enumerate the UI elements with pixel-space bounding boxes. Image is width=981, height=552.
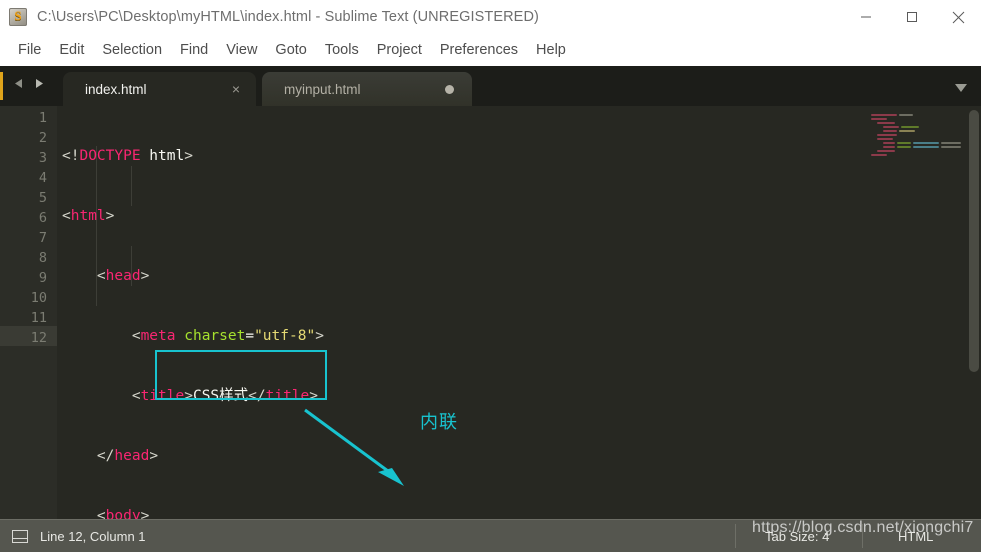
line-number: 2: [38, 130, 47, 146]
tab-size-indicator[interactable]: Tab Size: 4: [765, 529, 829, 544]
line-number: 10: [30, 290, 47, 306]
status-divider: [735, 524, 736, 548]
minimize-icon[interactable]: [843, 0, 889, 34]
line-number: 5: [38, 190, 47, 206]
close-icon[interactable]: ×: [232, 82, 240, 96]
tab-accent-strip: [0, 72, 3, 100]
annotation-label: 内联: [420, 412, 458, 433]
arrow-left-icon[interactable]: [12, 77, 25, 95]
cursor-position: Line 12, Column 1: [40, 528, 146, 544]
menu-item-find[interactable]: Find: [171, 40, 217, 60]
tab-bar: index.html × myinput.html: [0, 66, 981, 106]
title-bar: C:\Users\PC\Desktop\myHTML\index.html - …: [0, 0, 981, 34]
code-line: <html>: [62, 208, 115, 224]
code-content[interactable]: <!DOCTYPE html> <html> <head> <meta char…: [62, 106, 542, 552]
code-line: <title>CSS样式</title>: [62, 388, 319, 404]
window-title: C:\Users\PC\Desktop\myHTML\index.html - …: [37, 9, 539, 25]
menu-item-view[interactable]: View: [217, 40, 266, 60]
chevron-down-icon[interactable]: [949, 80, 973, 96]
line-number: 6: [38, 210, 47, 226]
code-line: <!DOCTYPE html>: [62, 148, 193, 164]
minimap[interactable]: [865, 106, 965, 520]
tab-label: myinput.html: [284, 81, 361, 97]
tab-label: index.html: [85, 81, 147, 97]
line-number: 4: [38, 170, 47, 186]
arrow-right-icon[interactable]: [33, 77, 46, 95]
editor-scrollbar-track[interactable]: [967, 106, 981, 520]
tab-index-html[interactable]: index.html ×: [63, 72, 256, 106]
panel-toggle-icon[interactable]: [12, 529, 28, 543]
menu-bar: File Edit Selection Find View Goto Tools…: [0, 34, 981, 66]
line-number: 12: [30, 330, 47, 346]
line-number: 8: [38, 250, 47, 266]
menu-item-help[interactable]: Help: [527, 40, 575, 60]
code-line: <head>: [62, 268, 150, 284]
menu-item-edit[interactable]: Edit: [50, 40, 93, 60]
window-controls: [843, 0, 981, 34]
code-line: </head>: [62, 448, 159, 464]
line-number: 3: [38, 150, 47, 166]
menu-item-file[interactable]: File: [9, 40, 50, 60]
line-number: 7: [38, 230, 47, 246]
syntax-indicator[interactable]: HTML: [898, 529, 933, 544]
tab-navigation: [12, 77, 46, 95]
code-line: <meta charset="utf-8">: [62, 328, 324, 344]
tab-myinput-html[interactable]: myinput.html: [262, 72, 472, 106]
menu-item-tools[interactable]: Tools: [316, 40, 368, 60]
close-icon[interactable]: [935, 0, 981, 34]
menu-item-project[interactable]: Project: [368, 40, 431, 60]
menu-item-selection[interactable]: Selection: [93, 40, 171, 60]
line-number-gutter: 1 2 3 4 5 6 7 8 9 10 11 12: [0, 106, 57, 520]
editor-scrollbar-thumb[interactable]: [969, 110, 979, 372]
status-divider: [862, 524, 863, 548]
menu-item-goto[interactable]: Goto: [266, 40, 315, 60]
sublime-text-window: C:\Users\PC\Desktop\myHTML\index.html - …: [0, 0, 981, 552]
line-number: 11: [30, 310, 47, 326]
line-number: 9: [38, 270, 47, 286]
maximize-icon[interactable]: [889, 0, 935, 34]
status-bar: Line 12, Column 1 Tab Size: 4 HTML: [0, 519, 981, 552]
menu-item-preferences[interactable]: Preferences: [431, 40, 527, 60]
line-number: 1: [38, 110, 47, 126]
sublime-text-icon: [9, 7, 27, 26]
editor-area[interactable]: 1 2 3 4 5 6 7 8 9 10 11 12 <!DOCTYPE htm…: [0, 106, 981, 524]
unsaved-dot-icon: [445, 84, 454, 94]
